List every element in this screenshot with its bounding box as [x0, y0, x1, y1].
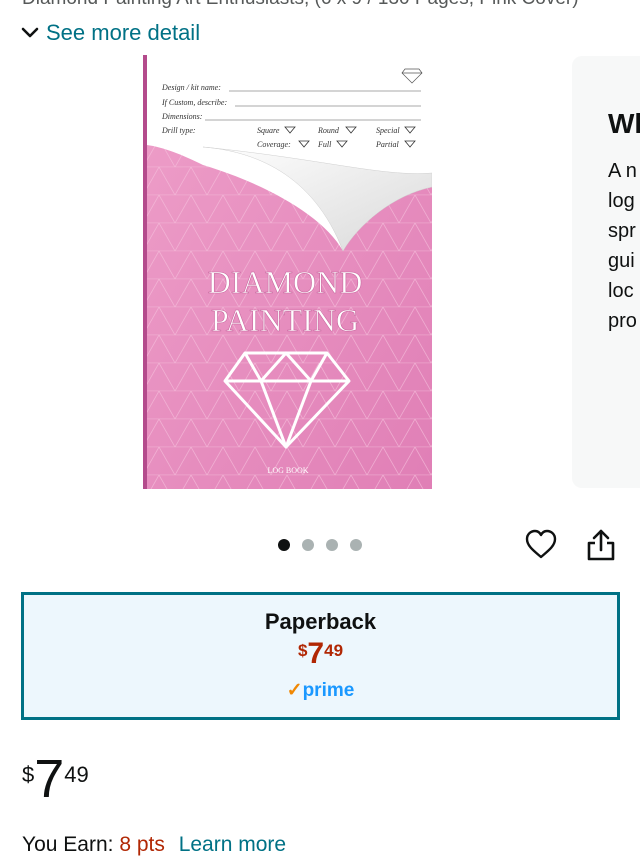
format-price-fraction: 49 — [324, 641, 344, 660]
side-card-heading: Wh — [608, 108, 640, 139]
side-card-line: gui — [608, 250, 635, 272]
side-card-line: loc — [608, 280, 634, 302]
side-card-line: pro — [608, 310, 637, 332]
carousel-dots — [278, 539, 362, 551]
prime-badge: ✓prime — [24, 679, 617, 702]
chevron-down-icon — [21, 27, 39, 38]
format-price-symbol: $ — [297, 641, 308, 660]
price-symbol: $ — [22, 762, 35, 787]
product-image[interactable]: Design / kit name: If Custom, describe: … — [143, 55, 432, 489]
form-special: Special — [376, 126, 400, 135]
product-subtitle: Diamond Painting Art Enthusiasts, (6 x 9… — [22, 0, 579, 10]
carousel-dot-1[interactable] — [278, 539, 290, 551]
carousel-dot-2[interactable] — [302, 539, 314, 551]
format-price-whole: 7 — [307, 637, 325, 670]
form-coverage: Coverage: — [257, 140, 291, 149]
format-price: $749 — [24, 637, 617, 671]
earn-label: You Earn: — [22, 833, 114, 856]
price-whole: 7 — [34, 749, 65, 809]
prime-label: prime — [302, 680, 355, 701]
form-drill-label: Drill type: — [161, 126, 196, 135]
cover-title-line2: PAINTING — [211, 302, 359, 338]
cover-title-line1: DIAMOND — [208, 264, 363, 300]
see-more-label: See more detail — [46, 20, 201, 45]
carousel-dot-3[interactable] — [326, 539, 338, 551]
form-dimensions-label: Dimensions: — [161, 112, 203, 121]
side-card-line: A n — [608, 160, 637, 182]
side-card-line: spr — [608, 220, 636, 242]
cover-subtitle: LOG BOOK — [267, 466, 308, 475]
form-full: Full — [317, 140, 332, 149]
heart-icon[interactable] — [524, 528, 558, 562]
side-description-card[interactable]: Wh A n log spr gui loc pro — [572, 56, 640, 488]
earn-points: 8 pts — [119, 833, 165, 856]
format-option-paperback[interactable]: Paperback $749 ✓prime — [21, 592, 620, 720]
share-icon[interactable] — [585, 528, 617, 562]
form-custom-label: If Custom, describe: — [161, 98, 227, 107]
price-fraction: 49 — [64, 762, 89, 787]
carousel-dot-4[interactable] — [350, 539, 362, 551]
form-round: Round — [317, 126, 340, 135]
earn-points-row: You Earn: 8 pts Learn more — [22, 833, 286, 857]
prime-check-icon: ✓ — [286, 680, 303, 701]
form-partial: Partial — [375, 140, 399, 149]
side-card-line: log — [608, 190, 635, 212]
form-square: Square — [257, 126, 280, 135]
book-cover: Design / kit name: If Custom, describe: … — [143, 55, 432, 489]
price-display: $ 7 49 — [22, 752, 89, 806]
form-design-label: Design / kit name: — [161, 83, 221, 92]
format-title: Paperback — [264, 609, 377, 634]
see-more-detail-link[interactable]: See more detail — [20, 20, 200, 46]
learn-more-link[interactable]: Learn more — [179, 833, 286, 856]
